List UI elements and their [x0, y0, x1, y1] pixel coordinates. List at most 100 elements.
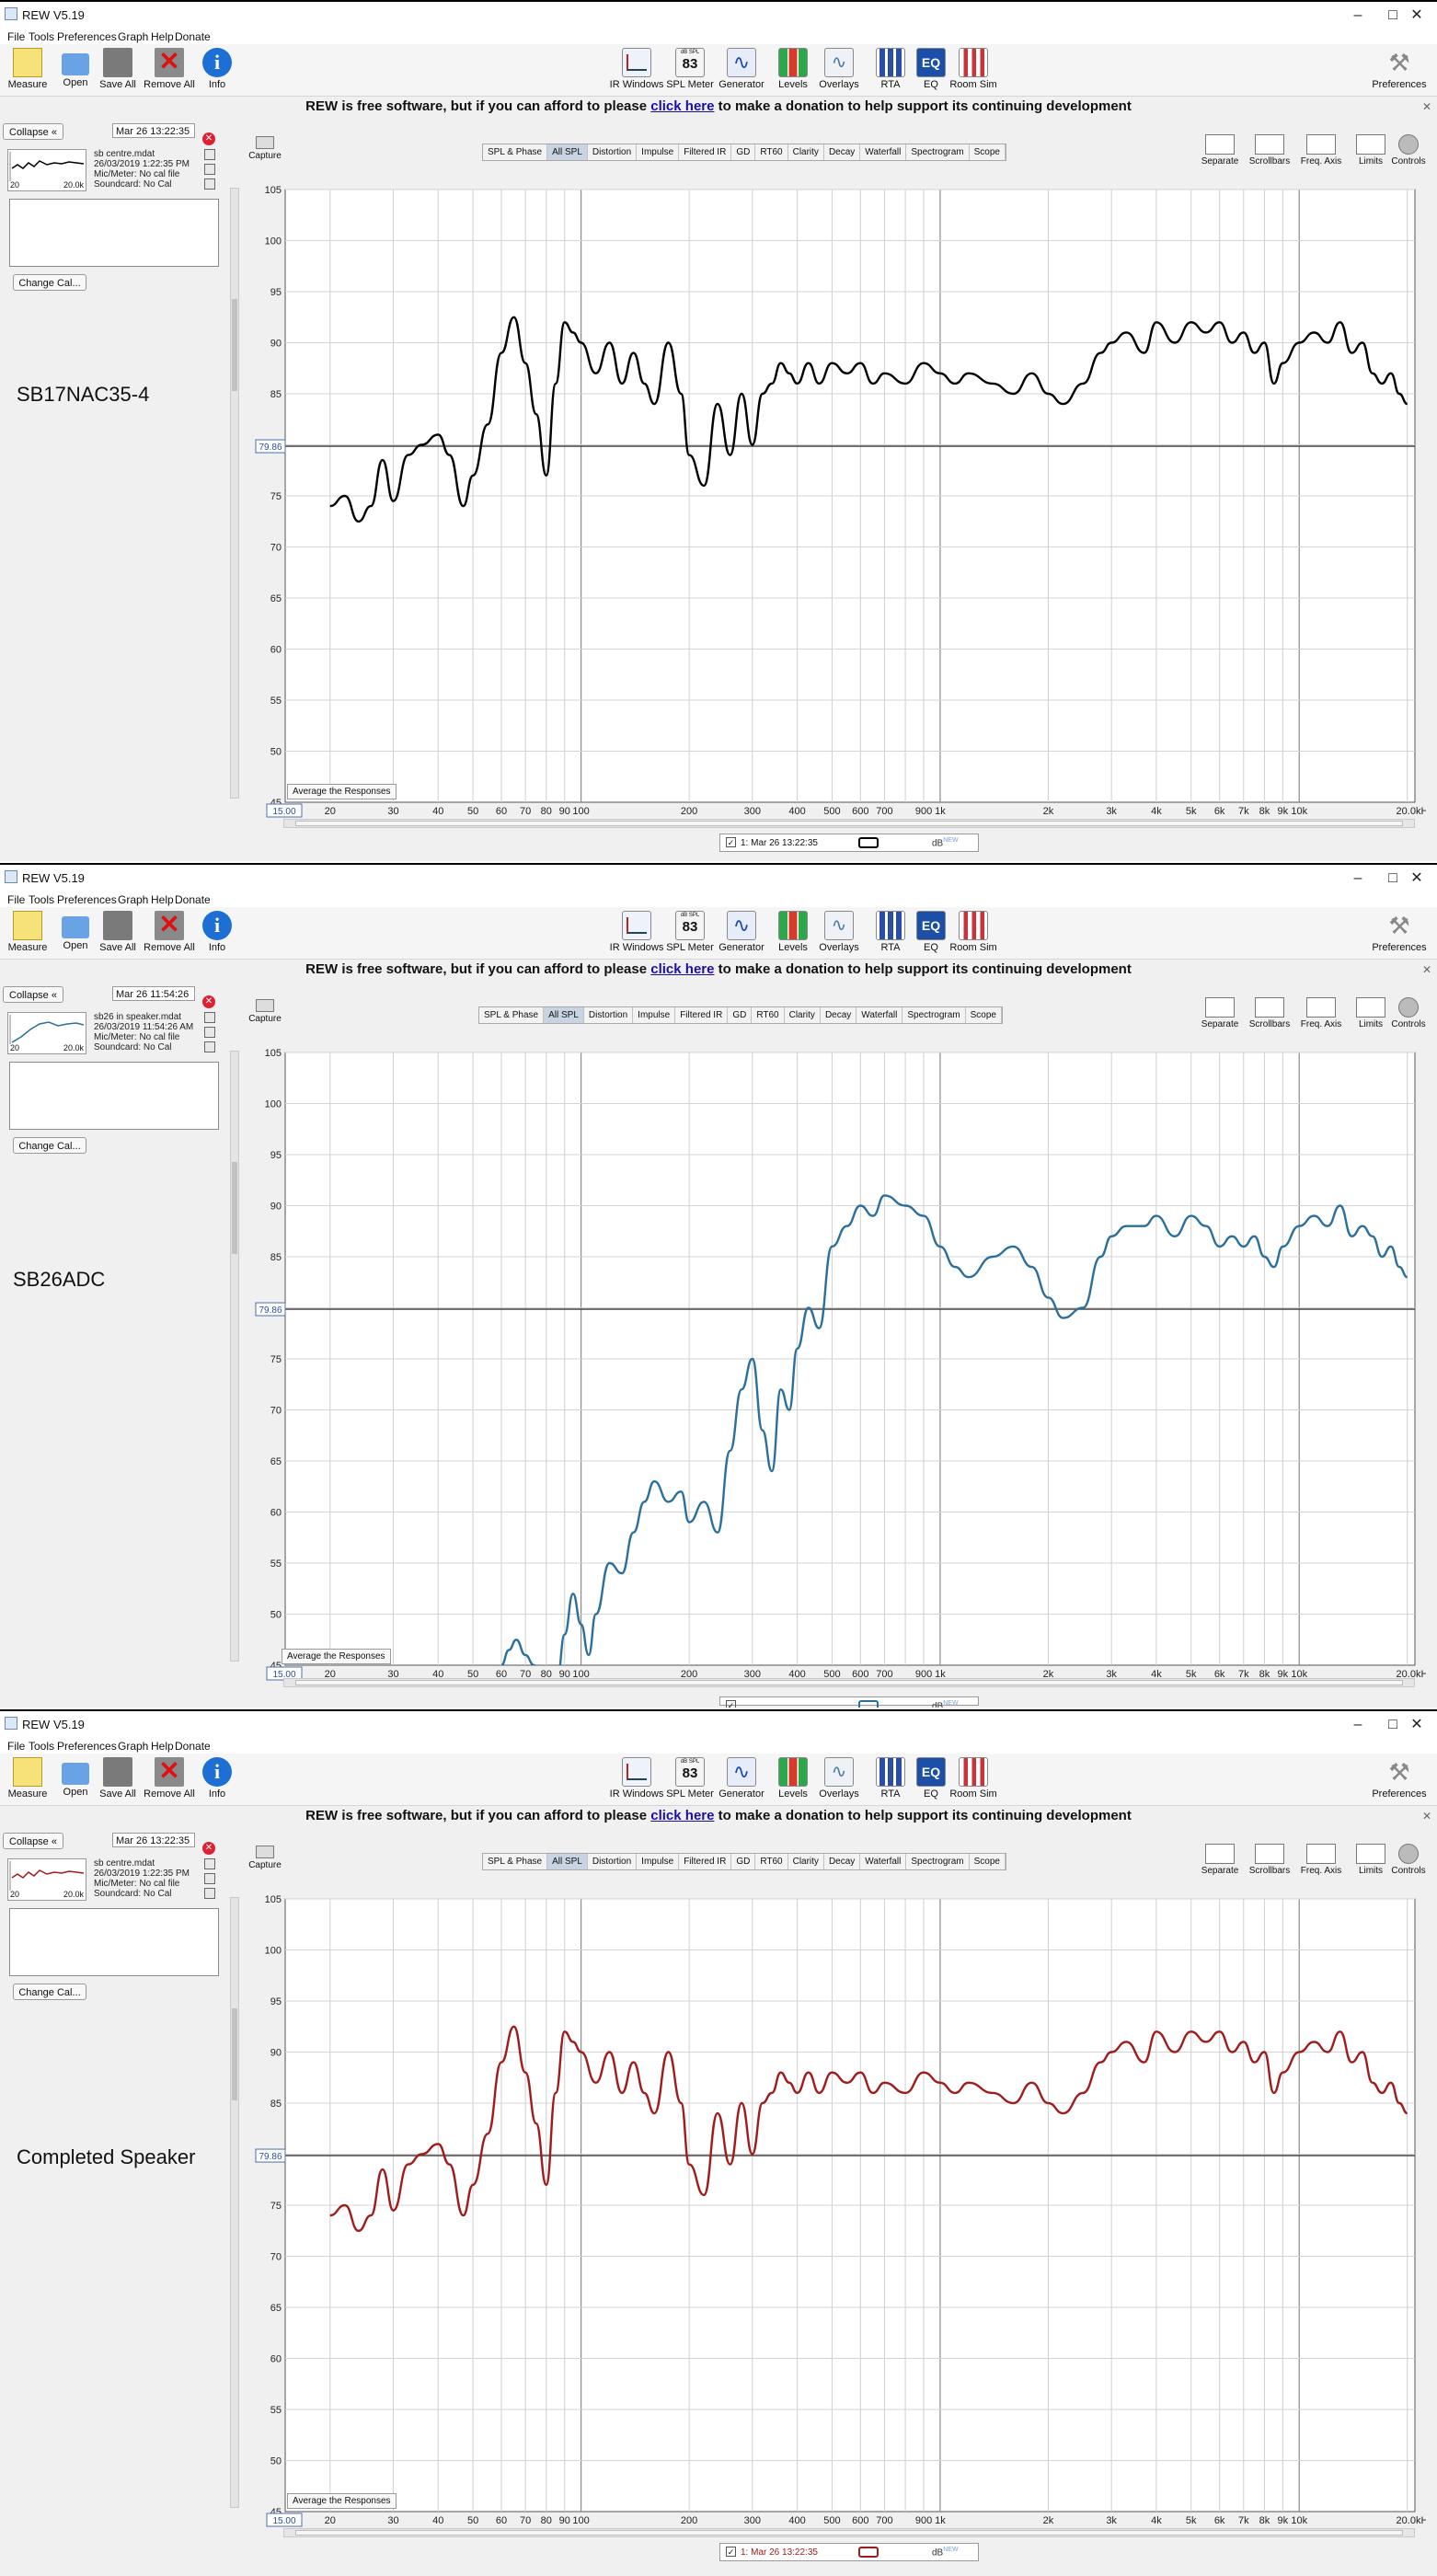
minimize-button[interactable]: – [1339, 868, 1376, 889]
menu-help[interactable]: Help [151, 30, 174, 43]
toolbar-preferences-button[interactable]: ⚒ Preferences [1365, 48, 1433, 90]
toolbar-ir-windows-button[interactable]: IR Windows [607, 48, 666, 90]
export-icon[interactable] [204, 1012, 215, 1023]
tab-all-spl[interactable]: All SPL [547, 144, 588, 160]
spl-graph-svg[interactable]: 4550556065707580859095100105203040506070… [248, 180, 1426, 843]
toolbar-measure-button[interactable]: Measure [0, 48, 55, 90]
menu-help[interactable]: Help [151, 1740, 174, 1753]
scrollbar-thumb[interactable] [295, 821, 1403, 826]
toolbar-overlays-button[interactable]: ∿ Overlays [810, 1757, 868, 1800]
tab-filtered-ir[interactable]: Filtered IR [675, 1007, 729, 1023]
graph-controls-button[interactable]: Controls [1385, 1844, 1431, 1876]
toolbar-info-button[interactable]: i Info [190, 48, 245, 90]
spl-graph-svg[interactable]: 4550556065707580859095100105203040506070… [248, 1043, 1426, 1706]
menu-graph[interactable]: Graph [118, 30, 148, 43]
toolbar-ir-windows-button[interactable]: IR Windows [607, 911, 666, 953]
graph-scrollbars-button[interactable]: Scrollbars [1242, 997, 1297, 1029]
scrollbar-thumb[interactable] [232, 2008, 237, 2100]
menu-tools[interactable]: Tools [29, 30, 54, 43]
toolbar-room-sim-button[interactable]: Room Sim [944, 1757, 1003, 1800]
tab-spectrogram[interactable]: Spectrogram [906, 1854, 970, 1869]
notes-area[interactable] [9, 1062, 219, 1130]
export-icon[interactable] [204, 149, 215, 160]
collapse-button[interactable]: Collapse « [3, 986, 63, 1003]
tab-waterfall[interactable]: Waterfall [860, 144, 907, 160]
tab-impulse[interactable]: Impulse [633, 1007, 676, 1023]
toolbar-save-all-button[interactable]: Save All [90, 48, 145, 90]
change-cal-button[interactable]: Change Cal... [13, 1137, 86, 1154]
toolbar-save-all-button[interactable]: Save All [90, 911, 145, 953]
graph-hscrollbar[interactable] [283, 2528, 1415, 2537]
export-icon[interactable] [204, 1858, 215, 1869]
menu-graph[interactable]: Graph [118, 893, 148, 906]
toolbar-overlays-button[interactable]: ∿ Overlays [810, 911, 868, 953]
menu-graph[interactable]: Graph [118, 1740, 148, 1753]
toolbar-generator-button[interactable]: ∿ Generator [712, 48, 771, 90]
toolbar-preferences-button[interactable]: ⚒ Preferences [1365, 1757, 1433, 1800]
tab-spectrogram[interactable]: Spectrogram [902, 1007, 966, 1023]
toolbar-info-button[interactable]: i Info [190, 911, 245, 953]
toolbar-spl-meter-button[interactable]: dB SPL 83 SPL Meter [661, 1757, 719, 1800]
trace-color-swatch[interactable] [858, 1700, 879, 1708]
tab-waterfall[interactable]: Waterfall [860, 1854, 907, 1869]
tab-gd[interactable]: GD [728, 1007, 753, 1023]
graph-separate-button[interactable]: Separate [1192, 1844, 1247, 1876]
tab-gd[interactable]: GD [731, 144, 756, 160]
tab-clarity[interactable]: Clarity [785, 1007, 821, 1023]
toolbar-remove-all-button[interactable]: ✕ Remove All [142, 1757, 197, 1800]
tab-spectrogram[interactable]: Spectrogram [906, 144, 970, 160]
graph-hscrollbar[interactable] [283, 819, 1415, 828]
toolbar-measure-button[interactable]: Measure [0, 1757, 55, 1800]
toolbar-save-all-button[interactable]: Save All [90, 1757, 145, 1800]
toolbar-measure-button[interactable]: Measure [0, 911, 55, 953]
graph-controls-button[interactable]: Controls [1385, 997, 1431, 1029]
tab-impulse[interactable]: Impulse [637, 1854, 680, 1869]
toolbar-generator-button[interactable]: ∿ Generator [712, 911, 771, 953]
average-responses-button[interactable]: Average the Responses [282, 1649, 391, 1664]
banner-close-icon[interactable]: ✕ [1422, 98, 1431, 116]
toolbar-room-sim-button[interactable]: Room Sim [944, 911, 1003, 953]
note-icon[interactable] [204, 178, 215, 190]
tab-spl-phase[interactable]: SPL & Phase [483, 144, 548, 160]
remove-measurement-icon[interactable]: ✕ [202, 1842, 215, 1855]
tab-rt60[interactable]: RT60 [755, 1854, 788, 1869]
menu-file[interactable]: File [7, 1740, 25, 1753]
tab-decay[interactable]: Decay [821, 1007, 857, 1023]
tab-decay[interactable]: Decay [824, 144, 861, 160]
collapse-button[interactable]: Collapse « [3, 123, 63, 140]
measurement-scrollbar[interactable] [230, 1051, 239, 1662]
tab-impulse[interactable]: Impulse [637, 144, 680, 160]
scrollbar-thumb[interactable] [295, 1680, 1403, 1685]
measurement-scrollbar[interactable] [230, 188, 239, 799]
toolbar-overlays-button[interactable]: ∿ Overlays [810, 48, 868, 90]
toolbar-remove-all-button[interactable]: ✕ Remove All [142, 48, 197, 91]
measurement-name-field[interactable]: Mar 26 13:22:35 [112, 123, 195, 138]
toolbar-remove-all-button[interactable]: ✕ Remove All [142, 911, 197, 954]
donate-link[interactable]: click here [650, 961, 714, 977]
tab-scope[interactable]: Scope [970, 144, 1006, 160]
scrollbar-thumb[interactable] [232, 299, 237, 391]
banner-close-icon[interactable]: ✕ [1422, 1807, 1431, 1825]
measurement-thumbnail[interactable]: 20 20.0k [7, 149, 86, 191]
graph-freq-axis-button[interactable]: Freq. Axis [1293, 997, 1349, 1029]
note-icon[interactable] [204, 1888, 215, 1899]
menu-file[interactable]: File [7, 893, 25, 906]
graph-separate-button[interactable]: Separate [1192, 134, 1247, 167]
toolbar-generator-button[interactable]: ∿ Generator [712, 1757, 771, 1800]
tab-decay[interactable]: Decay [824, 1854, 861, 1869]
tab-clarity[interactable]: Clarity [788, 144, 824, 160]
scrollbar-thumb[interactable] [232, 1162, 237, 1254]
menu-donate[interactable]: Donate [175, 1740, 211, 1753]
change-cal-button[interactable]: Change Cal... [13, 274, 86, 291]
tab-rt60[interactable]: RT60 [752, 1007, 785, 1023]
measurement-thumbnail[interactable]: 20 20.0k [7, 1858, 86, 1901]
trace-color-swatch[interactable] [858, 2547, 879, 2558]
collapse-button[interactable]: Collapse « [3, 1833, 63, 1849]
trace-visible-checkbox[interactable]: ✓ [726, 837, 736, 847]
close-button[interactable]: ✕ [1398, 1715, 1435, 1735]
measurement-name-field[interactable]: Mar 26 11:54:26 [112, 986, 195, 1001]
minimize-button[interactable]: – [1339, 1715, 1376, 1735]
capture-button[interactable]: Capture [247, 999, 283, 1024]
menu-tools[interactable]: Tools [29, 893, 54, 906]
remove-measurement-icon[interactable]: ✕ [202, 132, 215, 145]
